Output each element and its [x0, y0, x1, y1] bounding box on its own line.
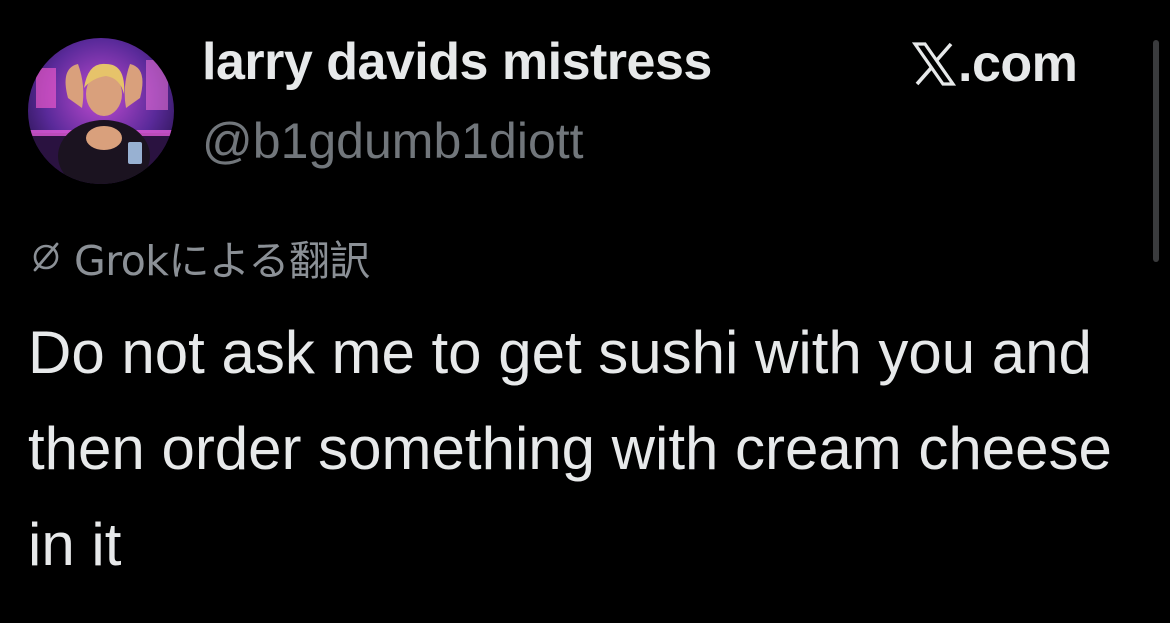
avatar[interactable]: [28, 38, 174, 184]
tweet-text: Do not ask me to get sushi with you and …: [28, 319, 1112, 578]
user-handle[interactable]: @b1gdumb1diott: [202, 112, 584, 170]
x-logo-icon: [912, 42, 956, 86]
display-name[interactable]: larry davids mistress: [202, 32, 712, 92]
scrollbar[interactable]: [1153, 40, 1159, 262]
brand-watermark: .com: [912, 32, 1078, 96]
profile-photo: [28, 38, 174, 184]
translation-label: Grokによる翻訳: [74, 237, 370, 285]
grok-icon: [33, 242, 59, 272]
brand-label: .com: [958, 35, 1078, 93]
translation-attribution[interactable]: Grokによる翻訳: [30, 234, 370, 285]
